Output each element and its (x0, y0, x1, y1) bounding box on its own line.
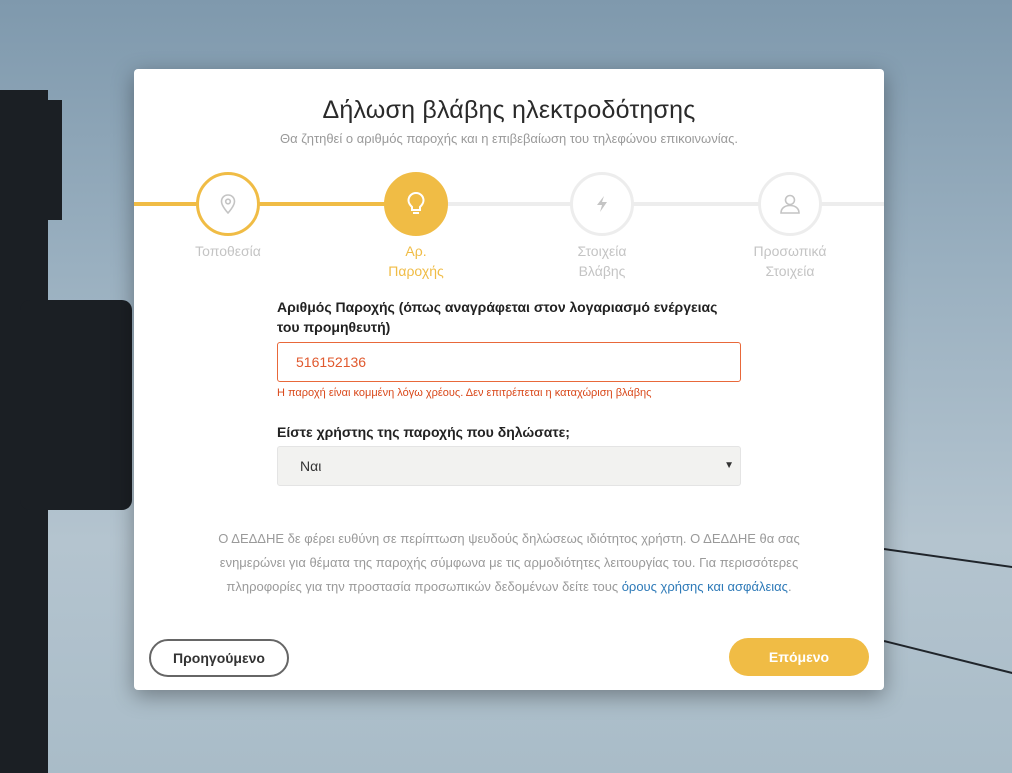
step-label-line: Προσωπικά (753, 243, 827, 259)
step-location[interactable] (196, 172, 260, 236)
step-label-line: Αρ. (405, 243, 427, 259)
step-label-line: Στοιχεία (765, 263, 815, 279)
report-outage-dialog: Δήλωση βλάβης ηλεκτροδότησης Θα ζητηθεί … (134, 69, 884, 690)
lightning-icon (597, 196, 607, 212)
step-label-line: Τοποθεσία (195, 243, 261, 259)
supply-number-error: Η παροχή είναι κομμένη λόγω χρέους. Δεν … (277, 387, 652, 399)
user-icon (780, 194, 800, 214)
supply-number-label: Αριθμός Παροχής (όπως αναγράφεται στον λ… (277, 297, 737, 337)
step-fault-details[interactable] (570, 172, 634, 236)
step-supply-number[interactable] (384, 172, 448, 236)
is-user-selected-value: Ναι (300, 458, 322, 474)
power-line (883, 640, 1012, 676)
step-label-line: Στοιχεία (577, 243, 627, 259)
lightbulb-icon (407, 191, 425, 214)
page-subtitle: Θα ζητηθεί ο αριθμός παροχής και η επιβε… (280, 131, 738, 146)
pole-bracket (40, 100, 62, 220)
next-button[interactable]: Επόμενο (729, 638, 869, 676)
step-personal-details-label: Προσωπικά Στοιχεία (730, 241, 850, 281)
is-user-label: Είστε χρήστης της παροχής που δηλώσατε; (277, 424, 570, 440)
chevron-down-icon: ▼ (724, 460, 734, 471)
step-supply-number-label: Αρ. Παροχής (356, 241, 476, 281)
supply-number-label-line: Αριθμός Παροχής (όπως αναγράφεται στον λ… (277, 299, 718, 315)
is-user-select[interactable]: Ναι ▼ (277, 446, 741, 486)
previous-button[interactable]: Προηγούμενο (149, 639, 289, 677)
transformer (20, 300, 132, 510)
step-label-line: Βλάβης (578, 263, 626, 279)
step-label-line: Παροχής (388, 263, 444, 279)
stepper-track-done (134, 202, 416, 206)
disclaimer-end: . (787, 579, 792, 594)
disclaimer-text: Ο ΔΕΔΔΗΕ δε φέρει ευθύνη σε περίπτωση ψε… (204, 527, 814, 599)
step-location-label: Τοποθεσία (168, 241, 288, 261)
location-pin-icon (220, 194, 236, 214)
step-personal-details[interactable] (758, 172, 822, 236)
page-title: Δήλωση βλάβης ηλεκτροδότησης (322, 96, 696, 124)
supply-number-input[interactable] (277, 342, 741, 382)
terms-link[interactable]: όρους χρήσης και ασφάλειας (622, 579, 788, 594)
power-line (883, 548, 1012, 570)
step-fault-details-label: Στοιχεία Βλάβης (542, 241, 662, 281)
supply-number-label-line: του προμηθευτή) (277, 319, 391, 335)
